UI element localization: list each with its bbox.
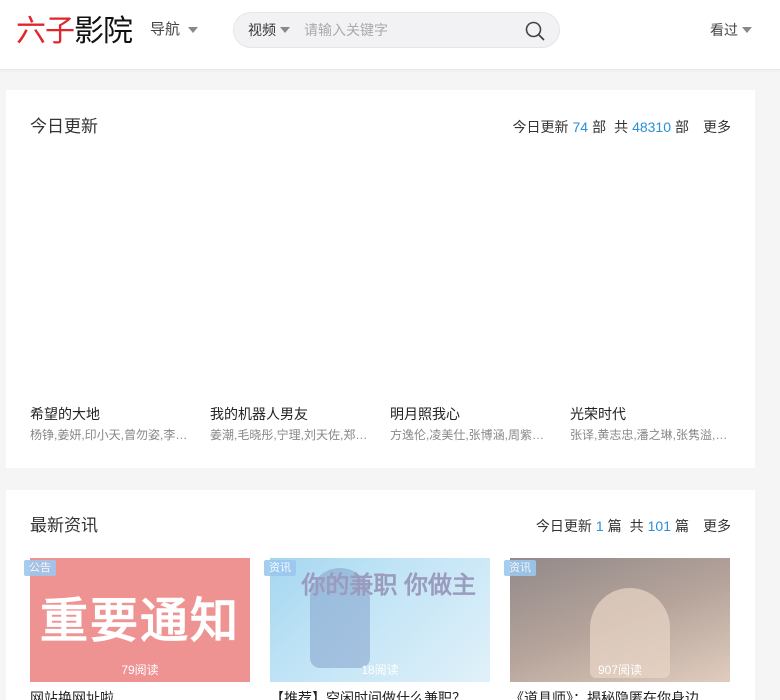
top-header: 六子影院 导航 视频 看过 (0, 0, 780, 70)
movie-cast: 张译,黄志忠,潘之琳,张隽溢,… (570, 428, 728, 442)
read-count: 18阅读 (361, 663, 399, 677)
more-link[interactable]: 更多 (703, 515, 731, 537)
logo-part-black: 影院 (74, 14, 133, 49)
news-card[interactable]: 重要通知 79阅读 公告 网站换网址啦 (24, 558, 250, 700)
search-input[interactable] (304, 19, 514, 41)
search-icon[interactable] (525, 21, 545, 41)
news-card[interactable]: 你的兼职 你做主 18阅读 资讯 【推荐】空闲时间做什么兼职？ (264, 558, 490, 700)
more-link[interactable]: 更多 (703, 116, 731, 138)
read-count: 79阅读 (121, 663, 159, 677)
category-badge: 资讯 (504, 560, 536, 576)
news-card[interactable]: 907阅读 资讯 《道具师》：揭秘隐匿在你身边 (504, 558, 730, 700)
news-title[interactable]: 网站换网址啦 (30, 688, 250, 700)
news-thumbnail[interactable]: 907阅读 (510, 558, 730, 682)
movie-item[interactable]: 希望的大地 杨铮,姜妍,印小天,曾勿姿,李… (30, 404, 190, 444)
thumbnail-text: 你的兼职 你做主 (301, 572, 476, 599)
chevron-down-icon (742, 27, 752, 33)
section-title: 今日更新 (30, 117, 98, 136)
stat-today-count: 1 (595, 518, 604, 534)
watched-history-dropdown[interactable]: 看过 (710, 20, 752, 40)
stat-unit: 部 (592, 119, 607, 135)
latest-news-panel: 最新资讯 今日更新 1 篇 共 101 篇 更多 重要通知 79阅读 公告 网站… (6, 490, 755, 700)
movie-title[interactable]: 明月照我心 (390, 404, 550, 424)
logo-part-red: 六子 (16, 14, 75, 49)
search-type-label: 视频 (248, 22, 276, 38)
nav-dropdown[interactable]: 导航 (150, 20, 199, 40)
movie-item[interactable]: 我的机器人男友 姜潮,毛晓彤,宁理,刘天佐,郑… (210, 404, 370, 444)
stat-total-count: 48310 (632, 119, 671, 135)
stat-today-label: 今日更新 (512, 119, 569, 135)
section-stats: 今日更新 74 部 共 48310 部 更多 (512, 116, 731, 138)
news-title[interactable]: 《道具师》：揭秘隐匿在你身边 (510, 688, 730, 700)
stat-total-unit: 篇 (675, 518, 689, 534)
news-thumbnail[interactable]: 重要通知 79阅读 (30, 558, 250, 682)
movie-cast: 杨铮,姜妍,印小天,曾勿姿,李… (30, 428, 188, 442)
thumbnail-text: 重要通知 (39, 593, 240, 649)
today-updates-panel: 今日更新 今日更新 74 部 共 48310 部 更多 希望的大地 杨铮,姜妍,… (6, 90, 755, 468)
watched-label: 看过 (710, 22, 738, 38)
section-stats: 今日更新 1 篇 共 101 篇 更多 (536, 515, 731, 537)
category-badge: 公告 (24, 560, 56, 576)
chevron-down-icon (280, 27, 290, 33)
movie-item[interactable]: 光荣时代 张译,黄志忠,潘之琳,张隽溢,… (570, 404, 730, 444)
movie-title[interactable]: 希望的大地 (30, 404, 190, 424)
chevron-down-icon (188, 27, 199, 33)
stat-total-label: 共 (614, 119, 629, 135)
stat-total-unit: 部 (675, 119, 689, 135)
movie-item[interactable]: 明月照我心 方逸伦,凌美仕,张博涵,周紫… (390, 404, 550, 444)
stat-today-count: 74 (572, 119, 589, 135)
category-badge: 资讯 (264, 560, 296, 576)
stat-unit: 篇 (607, 518, 622, 534)
movie-title[interactable]: 光荣时代 (570, 404, 730, 424)
search-bar: 视频 (233, 12, 560, 48)
site-logo[interactable]: 六子影院 (16, 14, 133, 50)
nav-label: 导航 (150, 21, 181, 38)
news-title[interactable]: 【推荐】空闲时间做什么兼职？ (270, 688, 490, 700)
news-thumbnail[interactable]: 你的兼职 你做主 18阅读 (270, 558, 490, 682)
stat-total-label: 共 (629, 518, 644, 534)
movie-cast: 方逸伦,凌美仕,张博涵,周紫… (390, 428, 545, 442)
search-type-dropdown[interactable]: 视频 (248, 21, 290, 39)
read-count: 907阅读 (597, 663, 643, 677)
stat-today-label: 今日更新 (535, 518, 592, 534)
stat-total-count: 101 (647, 518, 671, 534)
movie-cast: 姜潮,毛晓彤,宁理,刘天佐,郑… (210, 428, 368, 442)
section-title: 最新资讯 (30, 516, 98, 535)
movie-title[interactable]: 我的机器人男友 (210, 404, 370, 424)
